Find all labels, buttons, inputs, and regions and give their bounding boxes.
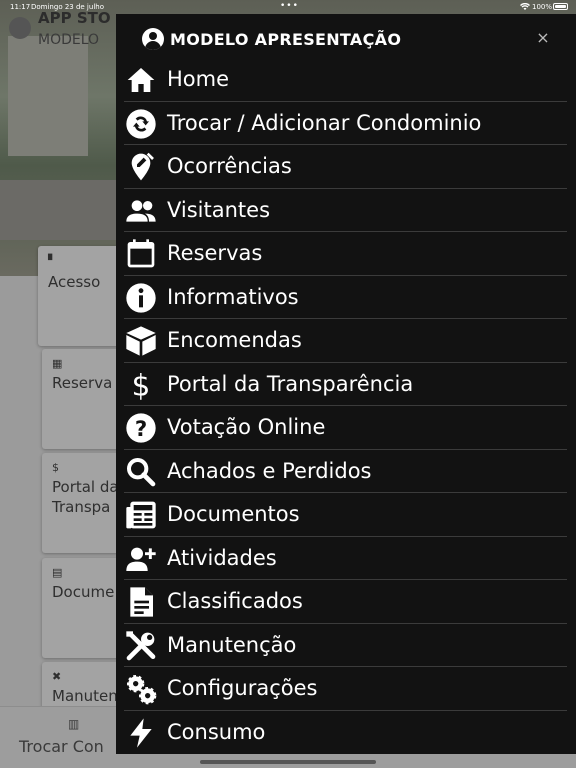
- home-icon: [124, 64, 158, 96]
- avatar[interactable]: [9, 17, 31, 39]
- status-date: Domingo 23 de julho: [31, 3, 104, 11]
- card-label: Docume: [52, 583, 115, 601]
- wifi-icon: [520, 2, 530, 13]
- tools-icon: ✖: [52, 670, 62, 683]
- menu-item-reservas[interactable]: Reservas: [116, 232, 576, 276]
- card-label: Portal da Transpa: [52, 478, 119, 516]
- card-label: Reserva: [52, 374, 113, 392]
- dollar-icon: $: [52, 461, 59, 474]
- file-document-icon: [124, 586, 158, 618]
- search-icon: [124, 456, 158, 488]
- svg-text:?: ?: [135, 417, 147, 442]
- menu-item-classificados[interactable]: Classificados: [116, 580, 576, 624]
- menu-item-home[interactable]: Home: [116, 58, 576, 102]
- menu-item-label: Atividades: [167, 545, 277, 570]
- gears-icon: [124, 673, 158, 705]
- card-label: Acesso: [48, 273, 101, 291]
- add-person-icon: [124, 543, 158, 575]
- menu-item-label: Home: [167, 67, 230, 91]
- menu-item-portal-transparencia[interactable]: $ Portal da Transparência: [116, 363, 576, 407]
- question-icon: ?: [124, 412, 158, 444]
- menu-item-achados-perdidos[interactable]: Achados e Perdidos: [116, 450, 576, 494]
- hero-building: [8, 36, 88, 156]
- bottom-bar-label: Trocar Con: [19, 737, 104, 756]
- lightning-icon: [124, 717, 158, 749]
- dollar-icon: $: [124, 368, 158, 402]
- menu-item-label: Trocar / Adicionar Condominio: [167, 110, 482, 135]
- menu-item-visitantes[interactable]: Visitantes: [116, 189, 576, 233]
- battery-icon: [553, 3, 568, 10]
- menu-item-documentos[interactable]: Documentos: [116, 493, 576, 537]
- user-avatar-icon: [142, 28, 164, 50]
- multitasking-dots[interactable]: •••: [280, 1, 299, 11]
- menu-item-label: Votação Online: [167, 415, 326, 439]
- menu-item-informativos[interactable]: Informativos: [116, 276, 576, 320]
- calendar-icon: ▦: [52, 357, 63, 370]
- menu-item-label: Reservas: [167, 241, 263, 265]
- menu-item-configuracoes[interactable]: Configurações: [116, 667, 576, 711]
- menu-item-label: Ocorrências: [167, 154, 292, 178]
- newspaper-icon: [124, 499, 158, 531]
- info-icon: [124, 282, 158, 314]
- menu-item-label: Portal da Transparência: [167, 371, 414, 396]
- menu-item-manutencao[interactable]: Manutenção: [116, 624, 576, 668]
- battery-percent: 100%: [532, 3, 553, 11]
- drawer-header: MODELO APRESENTAÇÃO ×: [116, 14, 576, 58]
- menu-item-label: Consumo: [167, 719, 266, 744]
- menu-item-label: Visitantes: [167, 197, 271, 222]
- door-icon: ▘: [48, 254, 57, 267]
- menu-item-label: Classificados: [167, 589, 303, 613]
- menu-item-atividades[interactable]: Atividades: [116, 537, 576, 581]
- menu-item-label: Encomendas: [167, 328, 302, 352]
- menu-item-trocar-condominio[interactable]: Trocar / Adicionar Condominio: [116, 102, 576, 146]
- calendar-icon: [124, 238, 158, 270]
- tools-icon: [124, 630, 158, 662]
- navigation-drawer: MODELO APRESENTAÇÃO × Home Trocar / Adic…: [116, 14, 576, 754]
- document-icon: ▤: [52, 566, 63, 579]
- card-label: Manuten: [52, 687, 118, 705]
- status-time: 11:17: [10, 3, 31, 11]
- menu-item-label: Informativos: [167, 284, 299, 309]
- swap-icon: [124, 108, 158, 140]
- status-bar: 11:17 Domingo 23 de julho ••• 100%: [0, 0, 576, 14]
- hero-lounge-chairs: [0, 180, 120, 240]
- people-icon: [124, 195, 158, 227]
- card-acesso[interactable]: ▘ Acesso: [38, 246, 128, 346]
- close-icon[interactable]: ×: [533, 28, 553, 48]
- menu-item-label: Documentos: [167, 502, 300, 526]
- buildings-icon: ▥: [68, 717, 80, 731]
- menu-item-encomendas[interactable]: Encomendas: [116, 319, 576, 363]
- home-indicator[interactable]: [200, 760, 376, 764]
- menu-item-ocorrencias[interactable]: Ocorrências: [116, 145, 576, 189]
- menu-item-label: Manutenção: [167, 632, 297, 657]
- menu-item-consumo[interactable]: Consumo: [116, 711, 576, 755]
- package-icon: [124, 325, 158, 357]
- drawer-menu: Home Trocar / Adicionar Condominio Ocorr…: [116, 58, 576, 754]
- menu-item-votacao-online[interactable]: ? Votação Online: [116, 406, 576, 450]
- menu-item-label: Achados e Perdidos: [167, 458, 372, 483]
- drawer-title: MODELO APRESENTAÇÃO: [170, 30, 402, 49]
- menu-item-label: Configurações: [167, 676, 318, 700]
- svg-text:$: $: [132, 369, 151, 401]
- app-subtitle: MODELO: [38, 32, 100, 48]
- location-edit-icon: [124, 151, 158, 183]
